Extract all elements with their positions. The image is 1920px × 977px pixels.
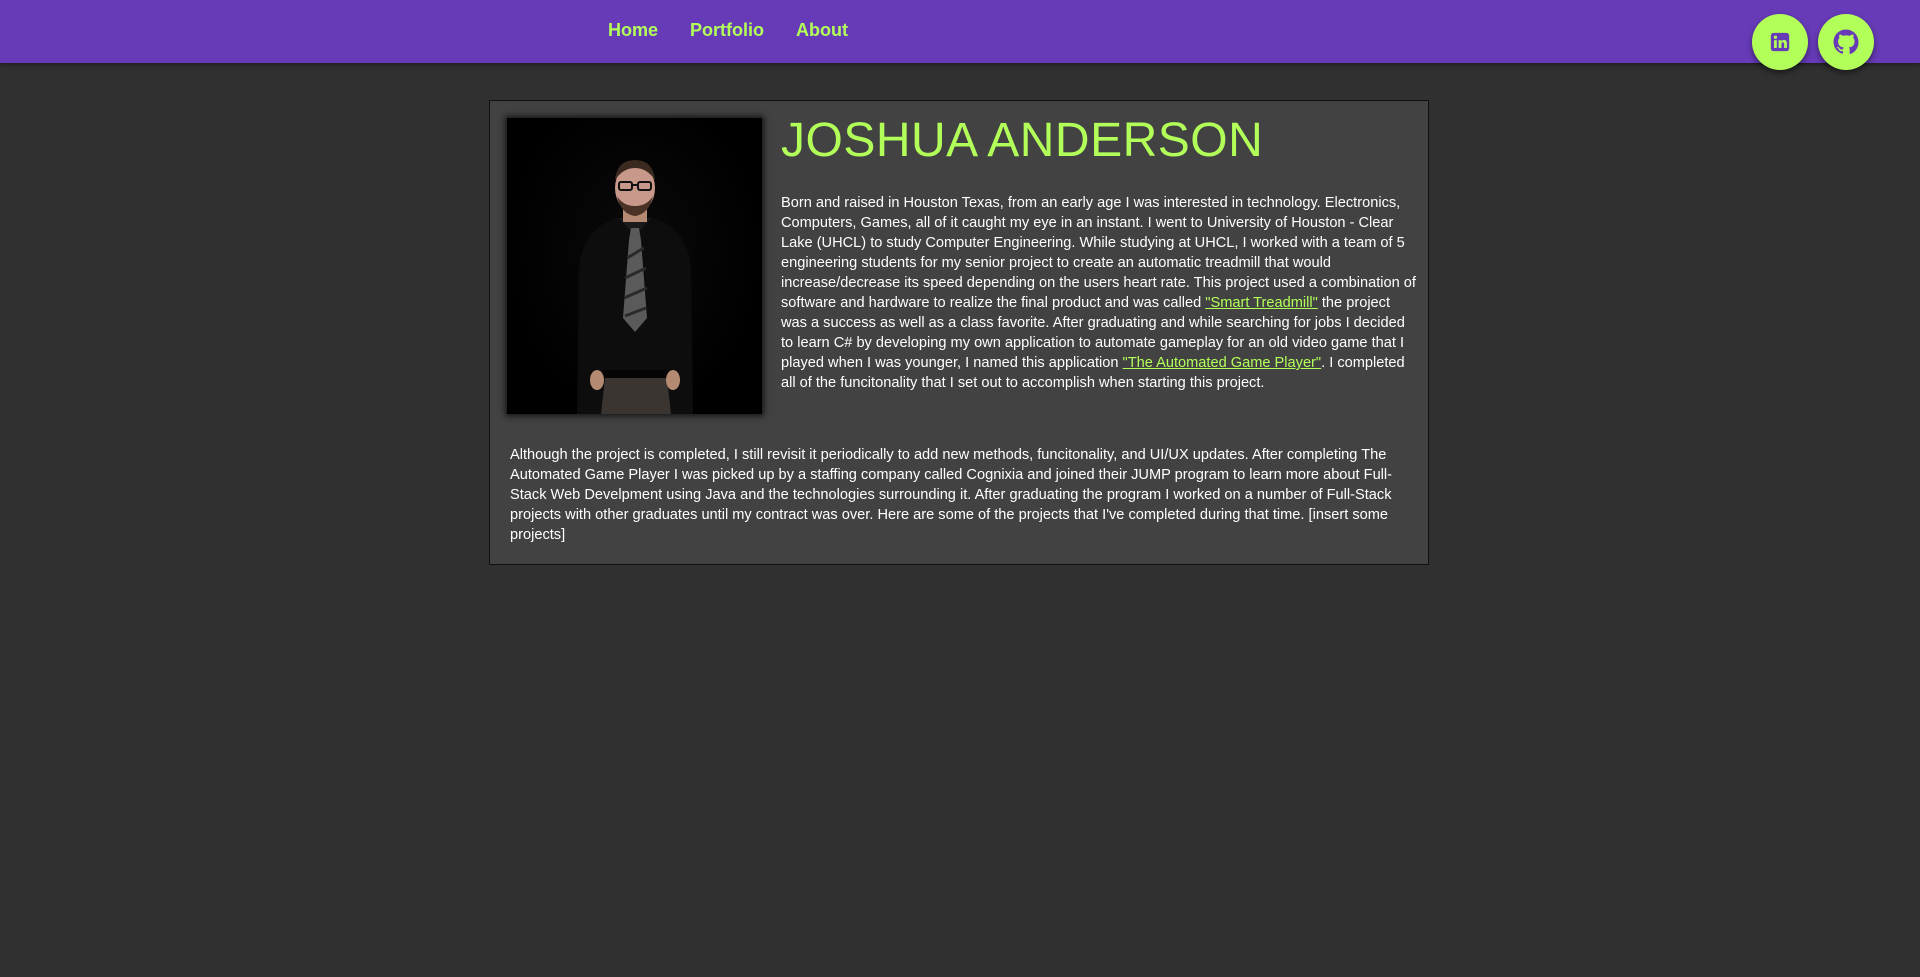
linkedin-icon bbox=[1770, 32, 1790, 52]
github-icon bbox=[1833, 29, 1859, 55]
profile-name-heading: JOSHUA ANDERSON bbox=[781, 114, 1264, 167]
person-silhouette bbox=[577, 160, 693, 414]
bio-paragraph-2: Although the project is completed, I sti… bbox=[510, 447, 1393, 543]
nav-home-link[interactable]: Home bbox=[608, 20, 658, 41]
bio-text: Born and raised in Houston Texas, from a… bbox=[781, 195, 1416, 311]
top-navbar: Home Portfolio About bbox=[0, 0, 1920, 70]
linkedin-button[interactable] bbox=[1752, 14, 1808, 70]
nav-portfolio-link[interactable]: Portfolio bbox=[690, 20, 764, 41]
about-card: JOSHUA ANDERSON Born and raised in Houst… bbox=[489, 100, 1429, 565]
portrait-photo bbox=[507, 118, 762, 414]
bio-paragraph-1: Born and raised in Houston Texas, from a… bbox=[781, 193, 1416, 393]
smart-treadmill-link[interactable]: "Smart Treadmill" bbox=[1205, 295, 1318, 311]
github-button[interactable] bbox=[1818, 14, 1874, 70]
nav-about-link[interactable]: About bbox=[796, 20, 848, 41]
automated-game-player-link[interactable]: "The Automated Game Player" bbox=[1123, 355, 1322, 371]
main-nav: Home Portfolio About bbox=[608, 0, 848, 63]
